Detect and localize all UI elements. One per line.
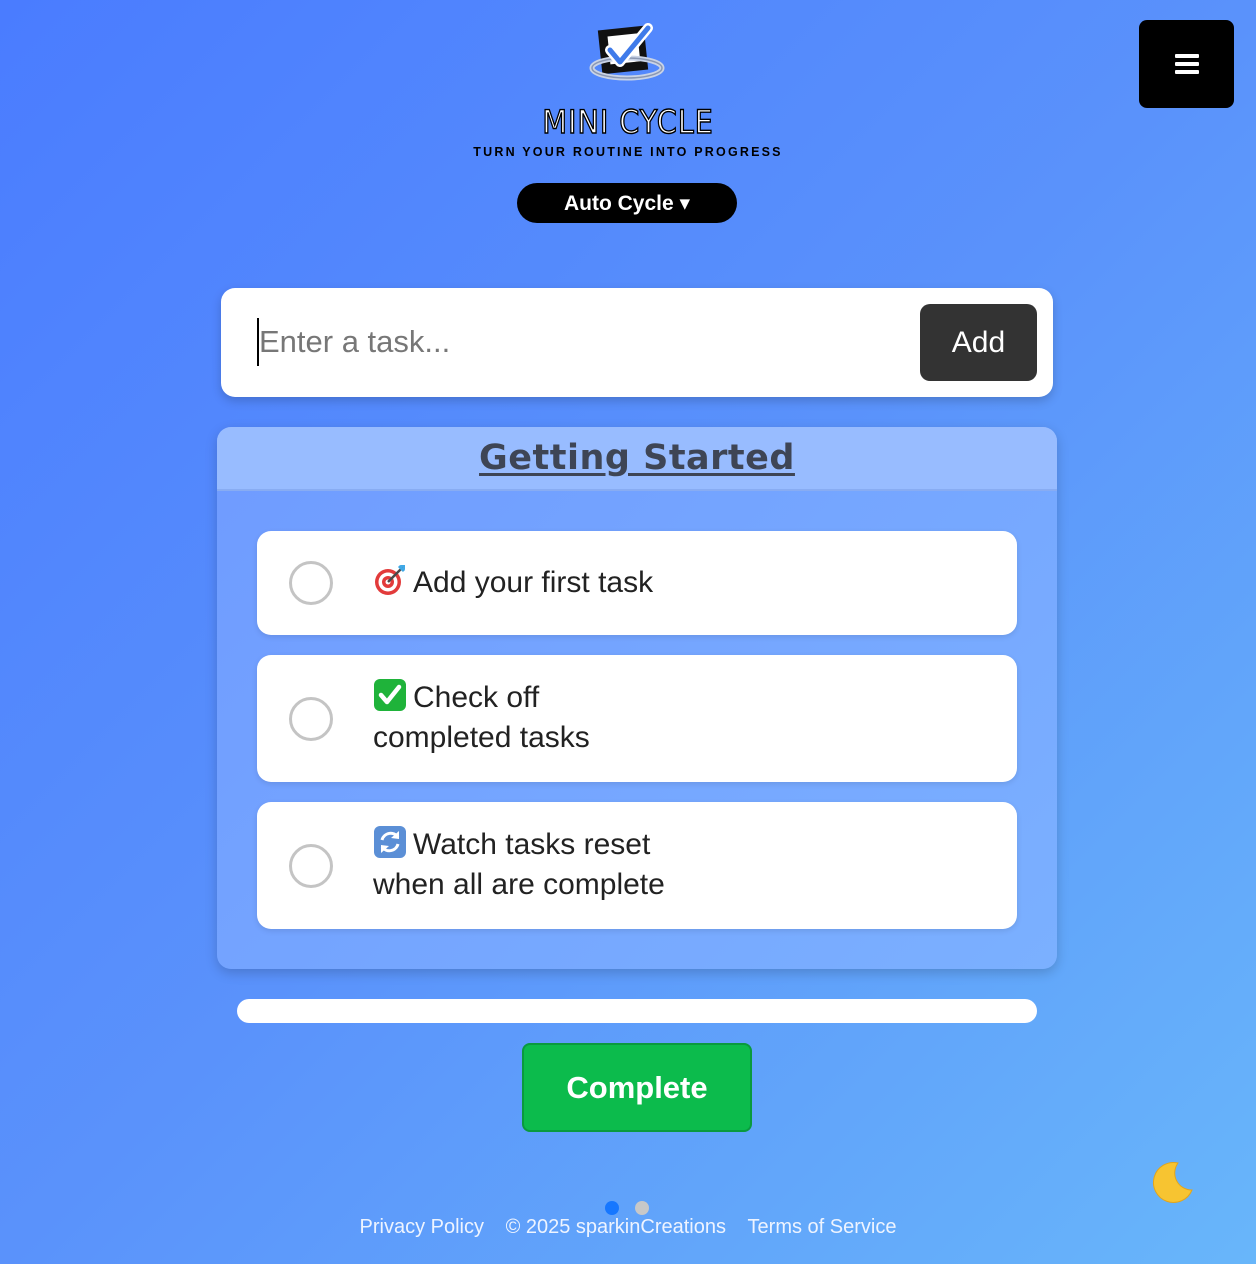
task-checkbox[interactable] <box>289 843 333 888</box>
task-line-1: Watch tasks reset <box>413 828 651 861</box>
moon-icon[interactable] <box>1148 1160 1194 1204</box>
page-dots <box>605 1201 649 1215</box>
complete-button[interactable]: Complete <box>522 1043 752 1132</box>
menu-button[interactable] <box>1139 20 1234 108</box>
list-title[interactable]: Getting Started <box>479 438 795 478</box>
task-item[interactable]: Add your first task <box>257 531 1017 635</box>
cycle-mode-dropdown[interactable]: Auto Cycle ▾ <box>517 183 737 223</box>
check-mark-icon <box>374 679 406 711</box>
task-text: Add your first task <box>373 563 773 603</box>
task-line-1: Check off <box>413 681 540 714</box>
add-task-button[interactable]: Add <box>920 304 1037 381</box>
task-list-card: Getting Started Add your first task Chec… <box>217 427 1057 969</box>
progress-bar <box>237 999 1037 1023</box>
mini-cycle-logo-icon <box>589 23 665 81</box>
hamburger-menu-icon <box>1174 54 1199 74</box>
task-item[interactable]: Check off completed tasks <box>257 655 1017 782</box>
task-line-1: Add your first task <box>413 566 654 599</box>
task-item[interactable]: Watch tasks reset when all are complete <box>257 802 1017 929</box>
task-input-card: Add <box>221 288 1053 397</box>
task-text: Watch tasks reset when all are complete <box>373 825 703 905</box>
app-tagline: TURN YOUR ROUTINE INTO PROGRESS <box>473 145 783 159</box>
page-dot-1[interactable] <box>605 1201 619 1215</box>
task-text: Check off completed tasks <box>373 678 703 758</box>
list-header: Getting Started <box>217 427 1057 491</box>
target-icon <box>375 564 406 595</box>
task-line-2: when all are complete <box>373 868 665 901</box>
task-input[interactable] <box>257 318 897 366</box>
privacy-policy-link[interactable]: Privacy Policy <box>360 1216 484 1238</box>
terms-of-service-link[interactable]: Terms of Service <box>748 1216 897 1238</box>
cycle-arrows-icon <box>374 826 406 858</box>
task-checkbox[interactable] <box>289 561 333 605</box>
copyright-text: © 2025 sparkinCreations <box>505 1216 726 1238</box>
page-dot-2[interactable] <box>635 1201 649 1215</box>
app-title: MINI CYCLE <box>542 102 714 141</box>
task-line-2: completed tasks <box>373 721 590 754</box>
task-checkbox[interactable] <box>289 696 333 741</box>
footer: Privacy Policy © 2025 sparkinCreations T… <box>0 1216 1256 1239</box>
